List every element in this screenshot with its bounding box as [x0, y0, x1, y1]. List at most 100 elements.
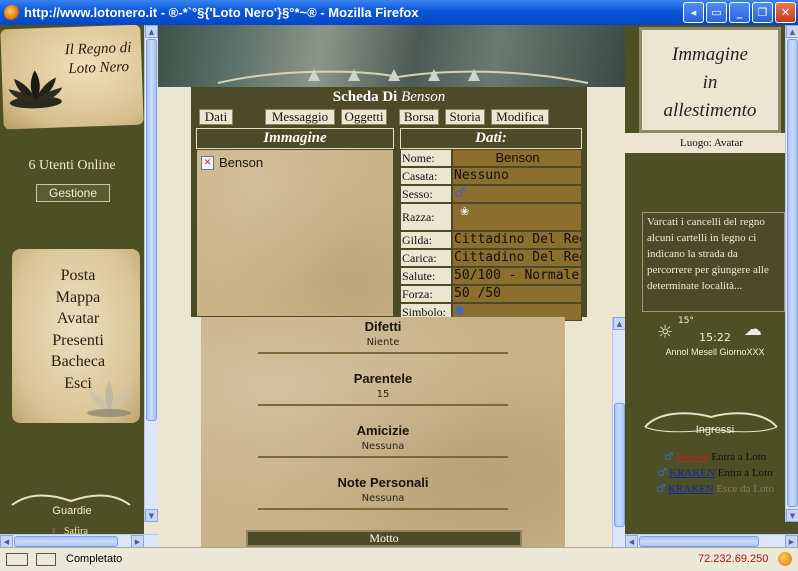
field-value: Nessuno	[452, 167, 582, 185]
scrollbar-thumb[interactable]	[146, 39, 157, 421]
placeholder-line: Immagine	[672, 44, 748, 65]
tab-borsa[interactable]: Borsa	[399, 109, 439, 125]
site-logo-text: Il Regno di Loto Nero	[64, 39, 132, 78]
placeholder-line: in	[702, 72, 718, 93]
left-frame: Il Regno di Loto Nero 6 Utenti Online Ge…	[0, 25, 144, 537]
tab-messaggio[interactable]: Messaggio	[265, 109, 335, 125]
scrollbar-thumb[interactable]	[787, 39, 798, 507]
users-online-count[interactable]: 6 Utenti Online	[0, 158, 144, 174]
section-divider	[258, 352, 508, 354]
field-label: Forza:	[400, 285, 452, 303]
offline-icon[interactable]	[6, 553, 28, 566]
left-frame-vscrollbar[interactable]: ▲ ▼	[144, 25, 158, 522]
user-link[interactable]: Benson	[676, 451, 709, 463]
profile-tabs: Dati Messaggio Oggetti Borsa Storia Modi…	[199, 109, 555, 125]
right-frame-hscrollbar[interactable]: ◀ ▶	[625, 534, 798, 547]
male-symbol-icon: ♂	[663, 450, 674, 463]
window-title: http://www.lotonero.it - ®-*`°§{'Loto Ne…	[24, 5, 419, 20]
section-divider	[258, 404, 508, 406]
location-image-placeholder: Immagine in allestimento	[639, 27, 781, 133]
center-frame-vscrollbar[interactable]: ▲	[612, 317, 626, 547]
scroll-left-arrow-icon[interactable]: ◀	[0, 535, 13, 547]
menu-item-mappa[interactable]: Mappa	[30, 287, 126, 309]
server-ip: 72.232.69.250	[698, 553, 769, 565]
lotus-border-icon	[217, 69, 589, 84]
landscape-banner	[158, 25, 625, 87]
field-label: Sesso:	[400, 185, 452, 203]
field-value: Cittadino Del Regno	[452, 231, 582, 249]
logo-scroll: Il Regno di Loto Nero	[0, 25, 144, 130]
left-frame-hscrollbar[interactable]: ◀ ▶	[0, 534, 158, 547]
menu-item-posta[interactable]: Posta	[30, 265, 126, 287]
section-title: Difetti	[364, 319, 402, 334]
lotus-decoration-icon	[87, 381, 131, 417]
section-note-personali: Note Personali Nessuna	[201, 475, 565, 510]
menu-item-presenti[interactable]: Presenti	[30, 330, 126, 352]
maximize-button[interactable]: ❐	[752, 2, 773, 23]
broken-image-icon: ✕	[201, 156, 214, 170]
status-text: Completato	[66, 553, 123, 565]
scroll-left-arrow-icon[interactable]: ◀	[625, 535, 638, 547]
data-row-gilda: Gilda: Cittadino Del Regno	[400, 231, 582, 249]
game-date: Annol Mesell GiornoXXX	[665, 347, 765, 357]
scrollbar-thumb[interactable]	[614, 403, 625, 527]
data-row-forza: Forza: 50 /50	[400, 285, 582, 303]
right-frame-vscrollbar[interactable]: ▲ ▼	[785, 25, 798, 522]
scrollbar-thumb[interactable]	[14, 536, 118, 547]
right-frame: Immagine in allestimento Luogo: Avatar V…	[625, 25, 798, 547]
profile-details: Difetti Niente Parentele 15 Amicizie Nes…	[201, 317, 565, 547]
section-difetti: Difetti Niente	[201, 319, 565, 354]
section-title: Note Personali	[337, 475, 429, 490]
profile-title-name: Benson	[401, 89, 446, 105]
window-titlebar: http://www.lotonero.it - ®-*`°§{'Loto Ne…	[0, 0, 798, 25]
ingressi-list: ♂ Benson Entra a Loto ♂ KRAKEN Entra a Lot…	[625, 449, 798, 497]
section-value: Nessuna	[361, 493, 405, 504]
motto-header: Motto	[246, 530, 522, 547]
tab-storia[interactable]: Storia	[445, 109, 485, 125]
field-label: Nome:	[400, 149, 452, 167]
scroll-down-arrow-icon[interactable]: ▼	[786, 509, 798, 522]
male-symbol-icon: ♂	[656, 482, 666, 495]
field-value: ❀	[452, 203, 582, 231]
tab-dati[interactable]: Dati	[199, 109, 233, 125]
data-column-header: Dati:	[400, 128, 582, 149]
status-bar: Completato 72.232.69.250	[0, 547, 798, 571]
section-title: Parentele	[353, 371, 413, 386]
data-row-casata: Casata: Nessuno	[400, 167, 582, 185]
scroll-right-arrow-icon[interactable]: ▶	[131, 535, 144, 547]
data-row-sesso: Sesso: ♂	[400, 185, 582, 203]
scroll-up-arrow-icon[interactable]: ▲	[786, 25, 798, 38]
main-menu: Posta Mappa Avatar Presenti Bacheca Esci	[12, 249, 140, 423]
field-value: ♂	[452, 185, 582, 203]
tile-button[interactable]: ▭	[706, 2, 727, 23]
minimize-button[interactable]: _	[729, 2, 750, 23]
field-value: Cittadino Del Regno	[452, 249, 582, 267]
center-frame: Scheda Di Benson Dati Messaggio Oggetti …	[158, 25, 625, 547]
scroll-right-arrow-icon[interactable]: ▶	[785, 535, 798, 547]
menu-item-bacheca[interactable]: Bacheca	[30, 351, 126, 373]
data-row-nome: Nome: Benson	[400, 149, 582, 167]
section-value: Nessuna	[361, 441, 405, 452]
connection-icon	[36, 553, 56, 566]
firefox-icon	[4, 4, 20, 21]
user-link[interactable]: KRAKEN	[668, 483, 714, 495]
tab-oggetti[interactable]: Oggetti	[341, 109, 387, 125]
scroll-up-arrow-icon[interactable]: ▲	[145, 25, 158, 38]
gestione-button[interactable]: Gestione	[36, 184, 110, 202]
scrollbar-thumb[interactable]	[639, 536, 759, 547]
scroll-down-arrow-icon[interactable]: ▼	[145, 509, 158, 522]
current-location: Luogo: Avatar	[679, 137, 744, 149]
male-symbol-icon: ♂	[657, 466, 668, 479]
help-button[interactable]: ◂	[683, 2, 704, 23]
field-label: Salute:	[400, 267, 452, 285]
close-button[interactable]: ✕	[775, 2, 796, 23]
tab-modifica[interactable]: Modifica	[491, 109, 549, 125]
ingressi-label: Ingressi	[695, 424, 735, 436]
user-link[interactable]: KRAKEN	[669, 467, 715, 479]
entry-action: Entra a Loto	[711, 451, 767, 463]
menu-item-avatar[interactable]: Avatar	[30, 308, 126, 330]
list-item: ♂ KRAKEN Esce da Loto	[625, 481, 798, 497]
field-label: Razza:	[400, 203, 452, 231]
field-label: Carica:	[400, 249, 452, 267]
section-divider	[258, 456, 508, 458]
